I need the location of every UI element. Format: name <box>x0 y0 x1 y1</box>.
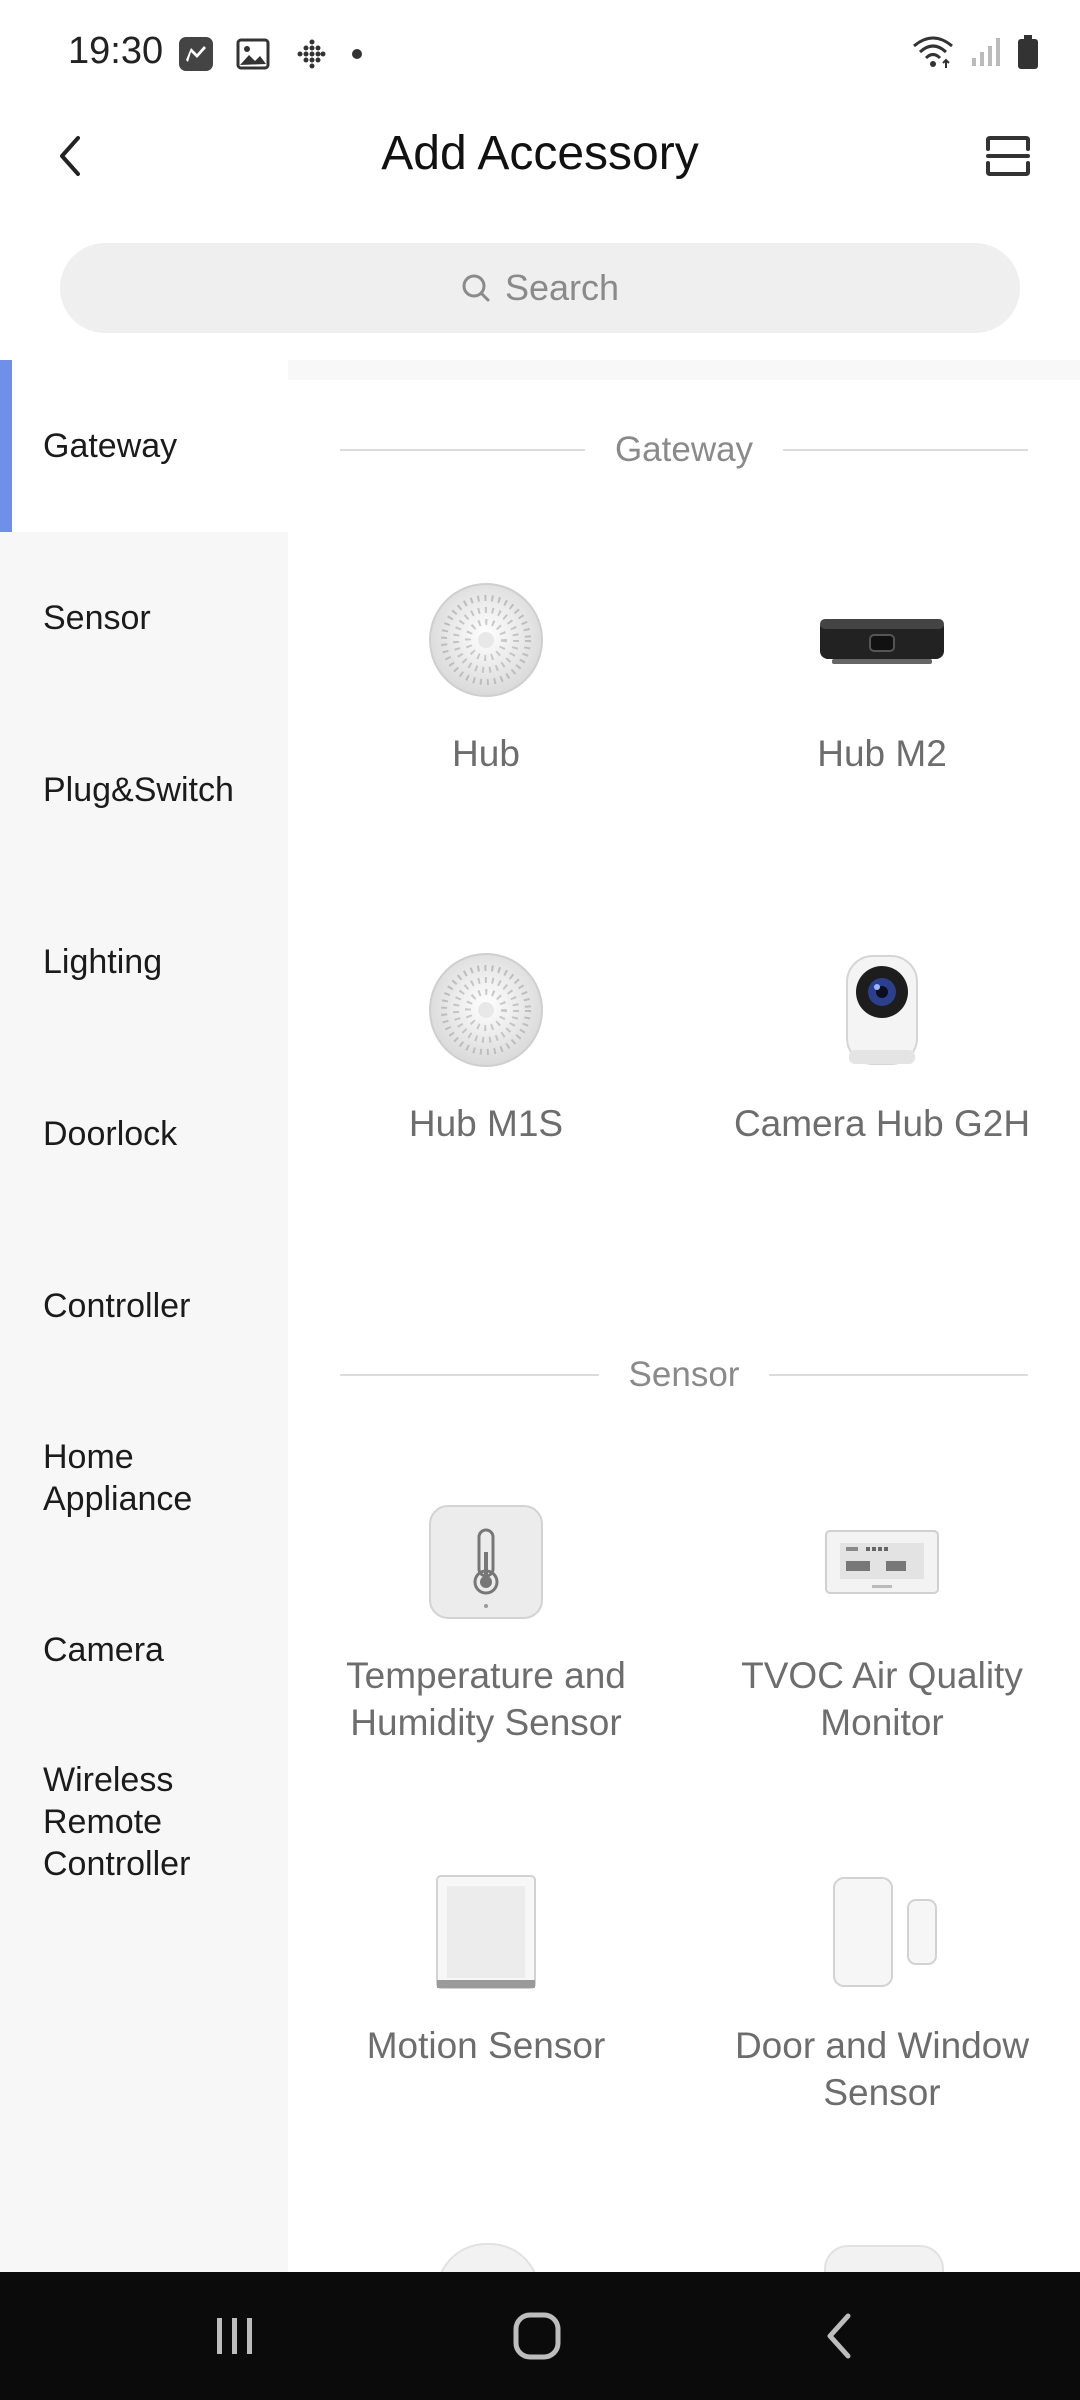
device-card-tvoc-air-quality-monitor[interactable]: TVOC Air Quality Monitor <box>684 1492 1080 1822</box>
nav-back-button[interactable] <box>800 2296 880 2376</box>
sidebar-item-doorlock[interactable]: Doorlock <box>0 1048 288 1220</box>
sidebar-item-camera[interactable]: Camera <box>0 1564 288 1736</box>
divider-line <box>769 1374 1028 1376</box>
system-nav-bar <box>0 2272 1080 2400</box>
status-right-icons <box>910 34 1040 75</box>
status-left-icons <box>178 36 364 77</box>
sidebar-item-label: Sensor <box>43 599 151 637</box>
device-card-hub-m2[interactable]: Hub M2 <box>684 570 1080 900</box>
category-sidebar: Gateway Sensor Plug&Switch Lighting Door… <box>0 360 288 2272</box>
device-name: Hub M1S <box>408 1103 564 1144</box>
sidebar-item-label: Plug&Switch <box>43 771 234 809</box>
page-title: Add Accessory <box>381 127 699 180</box>
device-name: TVOC Air Quality Monitor <box>741 1655 1023 1743</box>
sidebar-item-label: Gateway <box>43 427 178 465</box>
device-card-motion-sensor[interactable]: Motion Sensor <box>288 1862 684 2192</box>
sidebar-item-gateway[interactable]: Gateway <box>0 360 288 532</box>
sidebar-item-label: Doorlock <box>43 1115 178 1153</box>
divider-line <box>783 449 1028 451</box>
gallery-icon <box>236 37 270 76</box>
sidebar-item-label: Lighting <box>43 943 163 981</box>
device-card-temperature-humidity-sensor[interactable]: Temperature and Humidity Sensor <box>288 1492 684 1822</box>
device-card-door-window-sensor[interactable]: Door and Window Sensor <box>684 1862 1080 2192</box>
device-name: Hub <box>452 733 520 774</box>
device-name: Motion Sensor <box>366 2025 606 2066</box>
section-title: Gateway <box>614 430 754 469</box>
motion-sensor-icon <box>288 1862 684 2002</box>
home-icon <box>513 2312 561 2360</box>
wifi-icon <box>910 34 956 75</box>
divider-line <box>340 449 585 451</box>
section-title: Sensor <box>628 1355 740 1394</box>
partial-device-image <box>824 2245 944 2272</box>
sidebar-item-plug-switch[interactable]: Plug&Switch <box>0 704 288 876</box>
sidebar-item-label: Home Appliance <box>43 1438 193 1518</box>
search-icon <box>462 274 490 302</box>
sidebar-item-sensor[interactable]: Sensor <box>0 532 288 704</box>
battery-icon <box>1016 34 1040 75</box>
device-name: Temperature and Humidity Sensor <box>346 1655 626 1743</box>
device-card-hub-m1s[interactable]: Hub M1S <box>288 940 684 1270</box>
device-name: Door and Window Sensor <box>734 2025 1030 2113</box>
hub-m2-device-icon <box>684 570 1080 710</box>
sidebar-item-home-appliance[interactable]: Home Appliance <box>0 1392 288 1564</box>
dot-icon <box>350 47 364 66</box>
air-quality-monitor-icon <box>684 1492 1080 1632</box>
status-bar: 19:30 <box>0 0 1080 100</box>
sidebar-item-label: Controller <box>43 1287 191 1325</box>
sidebar-item-lighting[interactable]: Lighting <box>0 876 288 1048</box>
back-icon <box>827 2313 851 2359</box>
recent-apps-icon <box>217 2318 252 2354</box>
device-list: Gateway Hub Hub M2 Hub M1S Camera Hub G2… <box>288 360 1080 2272</box>
partial-device-image <box>436 2243 540 2272</box>
hub-m1s-device-icon <box>288 940 684 1080</box>
hub-device-icon <box>288 570 684 710</box>
top-divider-band <box>288 360 1080 380</box>
sidebar-item-label: Wireless Remote Controller <box>43 1761 191 1883</box>
divider-line <box>340 1374 599 1376</box>
scan-icon <box>986 136 1030 176</box>
status-time: 19:30 <box>68 30 164 72</box>
door-window-sensor-icon <box>684 1862 1080 2002</box>
camera-hub-device-icon <box>684 940 1080 1080</box>
signal-icon <box>970 36 1002 73</box>
device-card-hub[interactable]: Hub <box>288 570 684 900</box>
search-input[interactable]: Search <box>60 243 1020 333</box>
navigation-app-icon <box>178 36 214 77</box>
search-placeholder: Search <box>504 267 620 308</box>
thermometer-sensor-icon <box>288 1492 684 1632</box>
sidebar-item-controller[interactable]: Controller <box>0 1220 288 1392</box>
section-header-sensor: Sensor <box>340 1345 1028 1405</box>
scan-button[interactable] <box>976 124 1040 188</box>
device-name: Camera Hub G2H <box>733 1103 1031 1144</box>
sidebar-item-wireless-remote-controller[interactable]: Wireless Remote Controller <box>0 1736 288 1908</box>
fitbit-icon <box>292 36 328 77</box>
home-button[interactable] <box>497 2296 577 2376</box>
app-header: Add Accessory <box>0 100 1080 212</box>
device-name: Hub M2 <box>817 733 947 774</box>
device-card-camera-hub-g2h[interactable]: Camera Hub G2H <box>684 940 1080 1270</box>
sidebar-item-label: Camera <box>43 1631 164 1669</box>
section-header-gateway: Gateway <box>340 420 1028 480</box>
recent-apps-button[interactable] <box>195 2296 275 2376</box>
